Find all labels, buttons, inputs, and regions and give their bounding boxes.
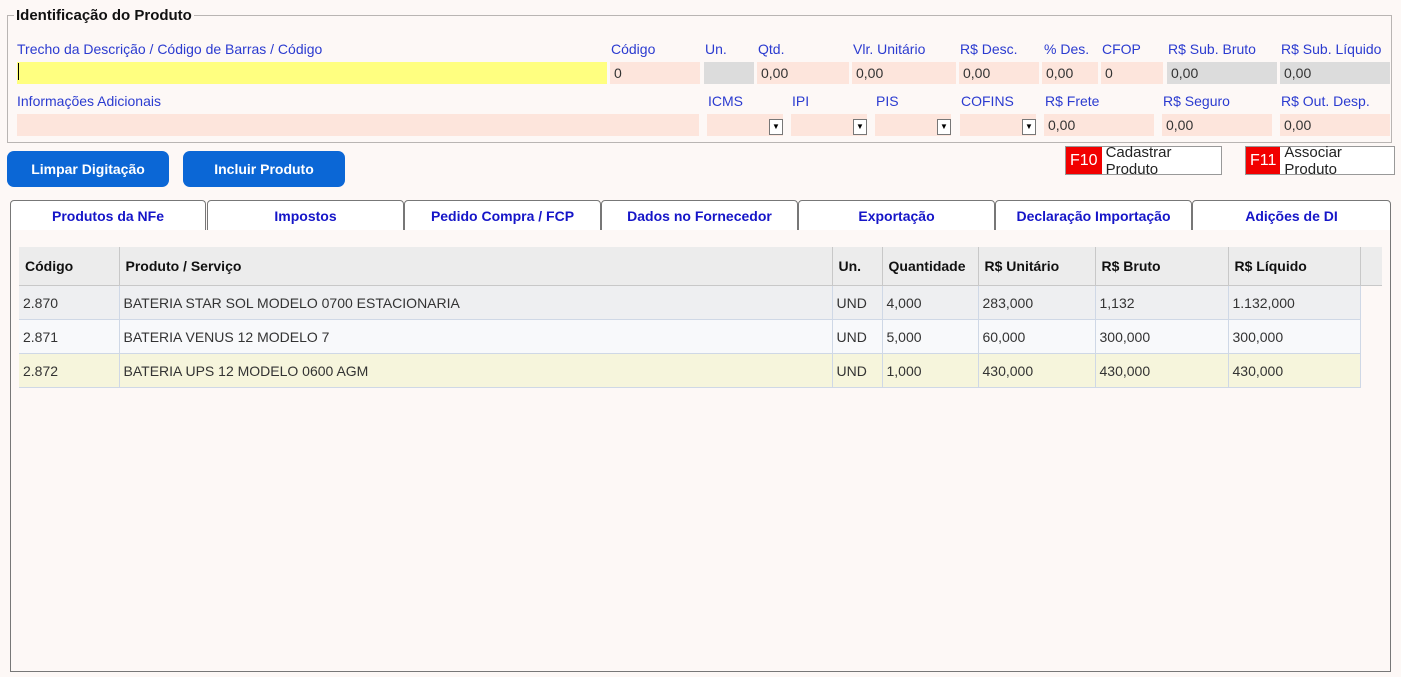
add-product-button[interactable]: Incluir Produto [183,151,345,187]
cell-liquido: 300,000 [1228,319,1361,354]
register-product-button[interactable]: F10 Cadastrar Produto [1065,143,1222,178]
cell-un: UND [832,353,883,388]
cell-bruto: 430,000 [1095,353,1229,388]
table-row[interactable]: 2.871 BATERIA VENUS 12 MODELO 7 UND 5,00… [19,319,1382,354]
text-caret [18,63,19,80]
tab-impostos[interactable]: Impostos [207,200,404,231]
tab-produtos-nfe[interactable]: Produtos da NFe [10,200,206,232]
products-panel: Código Produto / Serviço Un. Quantidade … [10,230,1391,672]
column-header-bruto[interactable]: R$ Bruto [1095,247,1229,286]
tab-bar: Produtos da NFe Impostos Pedido Compra /… [10,200,1391,232]
cell-codigo: 2.872 [19,353,120,388]
tab-declaracao-importacao[interactable]: Declaração Importação [995,200,1192,231]
other-expenses-input[interactable]: 0,00 [1280,114,1390,136]
description-input[interactable] [17,62,607,84]
column-header-liquido[interactable]: R$ Líquido [1228,247,1361,286]
scroll-gutter [1360,285,1382,320]
column-header-produto[interactable]: Produto / Serviço [119,247,833,286]
table-row[interactable]: 2.870 BATERIA STAR SOL MODELO 0700 ESTAC… [19,285,1382,320]
unit-value-input[interactable]: 0,00 [852,62,956,84]
freight-input[interactable]: 0,00 [1044,114,1154,136]
scroll-gutter [1360,319,1382,354]
table-row-selected[interactable]: 2.872 BATERIA UPS 12 MODELO 0600 AGM UND… [19,353,1382,388]
unit-label: Un. [705,41,727,57]
ipi-select[interactable]: ▼ [791,114,867,136]
f11-key-badge: F11 [1246,147,1281,174]
dropdown-arrow-icon[interactable]: ▼ [769,119,783,135]
products-table: Código Produto / Serviço Un. Quantidade … [19,247,1382,388]
cell-produto: BATERIA VENUS 12 MODELO 7 [119,319,833,354]
section-title: Identificação do Produto [14,7,194,24]
column-header-codigo[interactable]: Código [19,247,120,286]
cofins-label: COFINS [961,93,1014,109]
associate-product-label: Associar Produto [1284,143,1342,178]
cell-unitario: 283,000 [978,285,1096,320]
column-header-un[interactable]: Un. [832,247,883,286]
icms-label: ICMS [708,93,743,109]
tab-adicoes-di[interactable]: Adições de DI [1192,200,1391,231]
cfop-input[interactable]: 0 [1101,62,1163,84]
cell-liquido: 1.132,000 [1228,285,1361,320]
discount-label: R$ Desc. [960,41,1018,57]
pis-select[interactable]: ▼ [875,114,951,136]
column-header-unitario[interactable]: R$ Unitário [978,247,1096,286]
discount-pct-label: % Des. [1044,41,1090,57]
cell-un: UND [832,285,883,320]
cell-quantidade: 5,000 [882,319,979,354]
cell-codigo: 2.871 [19,319,120,354]
table-header-row: Código Produto / Serviço Un. Quantidade … [19,247,1382,286]
cell-bruto: 300,000 [1095,319,1229,354]
dropdown-arrow-icon[interactable]: ▼ [937,119,951,135]
additional-info-label: Informações Adicionais [17,93,161,109]
unit-value-label: Vlr. Unitário [853,41,926,57]
insurance-input[interactable]: 0,00 [1162,114,1272,136]
clear-button[interactable]: Limpar Digitação [7,151,169,187]
sub-liquido-input: 0,00 [1280,62,1390,84]
f10-key-badge: F10 [1066,147,1102,174]
cell-liquido: 430,000 [1228,353,1361,388]
scrollbar-header [1360,247,1382,286]
cfop-label: CFOP [1102,41,1141,57]
tab-dados-fornecedor[interactable]: Dados no Fornecedor [601,200,798,231]
tab-pedido-compra[interactable]: Pedido Compra / FCP [404,200,601,231]
ipi-label: IPI [792,93,810,109]
cell-unitario: 60,000 [978,319,1096,354]
sub-bruto-label: R$ Sub. Bruto [1168,41,1256,57]
additional-info-input[interactable] [17,114,699,136]
quantity-label: Qtd. [758,41,785,57]
other-expenses-label: R$ Out. Desp. [1281,93,1370,109]
code-label: Código [611,41,656,57]
cell-produto: BATERIA STAR SOL MODELO 0700 ESTACIONARI… [119,285,833,320]
description-label: Trecho da Descrição / Código de Barras /… [17,41,323,57]
sub-liquido-label: R$ Sub. Líquido [1281,41,1382,57]
register-product-label: Cadastrar Produto [1105,143,1172,178]
cell-un: UND [832,319,883,354]
freight-label: R$ Frete [1045,93,1100,109]
tab-exportacao[interactable]: Exportação [798,200,995,231]
cell-quantidade: 4,000 [882,285,979,320]
dropdown-arrow-icon[interactable]: ▼ [1022,119,1036,135]
code-input[interactable]: 0 [610,62,700,84]
sub-bruto-input: 0,00 [1167,62,1277,84]
cell-codigo: 2.870 [19,285,120,320]
scroll-gutter [1360,353,1382,388]
insurance-label: R$ Seguro [1163,93,1230,109]
cofins-select[interactable]: ▼ [960,114,1036,136]
cell-produto: BATERIA UPS 12 MODELO 0600 AGM [119,353,833,388]
column-header-quantidade[interactable]: Quantidade [882,247,979,286]
dropdown-arrow-icon[interactable]: ▼ [853,119,867,135]
discount-pct-input[interactable]: 0,00 [1042,62,1098,84]
pis-label: PIS [876,93,899,109]
cell-bruto: 1,132 [1095,285,1229,320]
cell-quantidade: 1,000 [882,353,979,388]
quantity-input[interactable]: 0,00 [757,62,849,84]
icms-select[interactable]: ▼ [707,114,783,136]
cell-unitario: 430,000 [978,353,1096,388]
unit-input[interactable] [704,62,754,84]
associate-product-button[interactable]: F11 Associar Produto [1245,143,1395,178]
discount-input[interactable]: 0,00 [959,62,1039,84]
